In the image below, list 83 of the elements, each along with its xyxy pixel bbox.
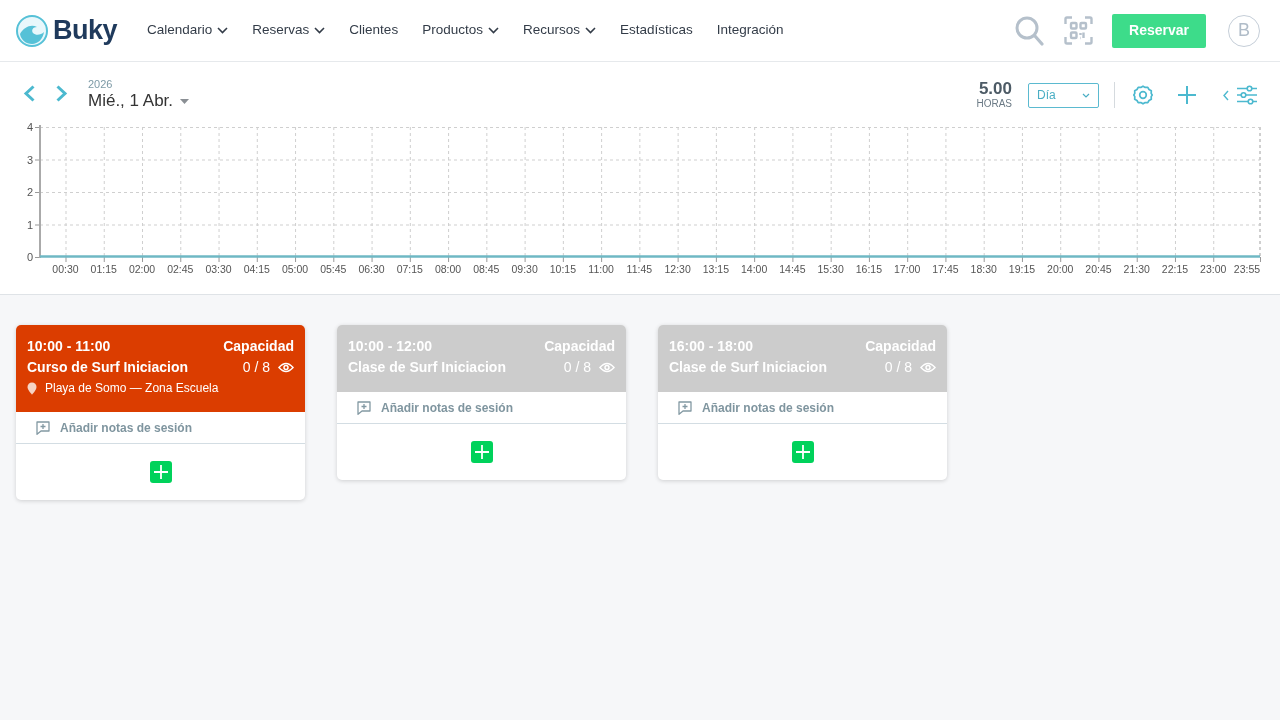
time-axis-label: 12:30 — [664, 263, 691, 275]
time-axis-label: 08:00 — [434, 263, 462, 275]
plus-icon — [1177, 85, 1197, 105]
time-axis-label: 14:45 — [779, 263, 806, 275]
chevron-right-icon — [55, 85, 68, 102]
time-axis-label: 02:00 — [128, 263, 156, 275]
time-axis-label: 05:00 — [281, 263, 309, 275]
time-axis-label: 11:45 — [626, 263, 653, 275]
wave-logo-icon — [16, 14, 48, 47]
time-axis-label: 10:15 — [549, 263, 576, 275]
time-axis-label: 03:30 — [205, 263, 232, 275]
chevron-left-icon — [23, 85, 36, 102]
value-axis-label: 4 — [26, 121, 33, 133]
nav-menu[interactable]: Productos — [422, 20, 499, 41]
time-axis-label: 13:15 — [702, 263, 730, 275]
time-axis-label: 23:00 — [1200, 263, 1227, 275]
value-axis-label: 3 — [26, 153, 33, 166]
time-axis-label: 19:15 — [1008, 263, 1036, 275]
nav-link[interactable]: Estadísticas — [619, 20, 693, 41]
chevron-down-icon — [1082, 92, 1090, 98]
nav-link[interactable]: Clientes — [349, 20, 399, 41]
filters-toggle-button[interactable] — [1223, 85, 1257, 105]
time-axis-label: 08:45 — [473, 263, 500, 275]
sliders-icon — [1237, 85, 1257, 105]
time-axis-label: 20:45 — [1085, 263, 1112, 275]
search-icon — [1015, 15, 1044, 46]
time-axis-label: 14:00 — [741, 263, 768, 275]
nav-menu[interactable]: Calendario — [147, 20, 229, 41]
time-axis-label: 16:15 — [855, 263, 883, 275]
time-axis-label: 17:45 — [932, 263, 959, 275]
time-axis-label: 15:30 — [817, 263, 844, 275]
time-axis-label: 17:00 — [894, 263, 921, 275]
scan-button[interactable] — [1064, 16, 1093, 45]
plus-icon — [795, 445, 810, 459]
time-axis-label: 06:30 — [358, 263, 385, 275]
time-axis-label: 05:45 — [320, 263, 347, 275]
time-axis-label: 00:30 — [52, 263, 79, 275]
comment-plus-icon — [36, 420, 50, 435]
value-axis-label: 2 — [26, 186, 33, 198]
nav-link[interactable]: Integración — [716, 20, 784, 41]
add-booking-button[interactable] — [791, 441, 814, 463]
plus-icon — [474, 445, 489, 459]
time-axis-label: 20:00 — [1047, 263, 1074, 275]
next-day-button[interactable] — [55, 85, 68, 102]
time-axis-label: 11:00 — [588, 263, 614, 275]
settings-icon — [1133, 85, 1153, 105]
time-axis-label: 09:30 — [511, 263, 538, 275]
session-time: 10:00 - 11:00 — [27, 337, 111, 355]
chevron-left-icon — [1223, 89, 1229, 101]
session-title: Curso de Surf Iniciacion — [27, 358, 189, 376]
add-booking-button[interactable] — [470, 441, 493, 463]
time-axis-label: 23:55 — [1233, 263, 1261, 275]
brand-name: Buky — [53, 17, 118, 44]
hours-total: 5.00 — [978, 80, 1012, 98]
time-axis-label: 04:15 — [243, 263, 270, 275]
add-button[interactable] — [1177, 85, 1197, 105]
search-button[interactable] — [1015, 15, 1044, 46]
value-axis-label: 0 — [26, 251, 33, 263]
capacity-label: Capacidad — [223, 337, 294, 355]
nav-menu[interactable]: Recursos — [522, 20, 596, 41]
previous-day-button[interactable] — [23, 85, 36, 102]
settings-button[interactable] — [1133, 85, 1153, 105]
value-axis-label: 1 — [26, 218, 33, 231]
date-selector[interactable]: Mié., 1 Abr. — [88, 91, 190, 111]
time-axis-label: 07:15 — [396, 263, 423, 275]
nav-menu[interactable]: Reservas — [252, 20, 326, 41]
year-label: 2026 — [88, 78, 114, 91]
hours-label: HORAS — [976, 98, 1012, 110]
plus-icon — [153, 465, 168, 479]
comment-plus-icon — [678, 400, 692, 415]
eye-icon[interactable] — [278, 361, 294, 373]
map-pin-icon — [27, 381, 37, 395]
time-axis-label: 18:30 — [970, 263, 997, 275]
time-axis-label: 01:15 — [90, 263, 117, 275]
qr-code-icon — [1064, 16, 1093, 45]
time-axis-label: 22:15 — [1161, 263, 1189, 275]
caret-down-icon — [180, 98, 190, 104]
time-axis-label: 02:45 — [167, 263, 194, 275]
comment-plus-icon — [357, 400, 371, 415]
capacity-count: 0 / 8 — [242, 358, 270, 376]
time-axis-label: 21:30 — [1123, 263, 1150, 275]
session-location: Playa de Somo — Zona Escuela — [45, 380, 219, 396]
add-booking-button[interactable] — [149, 461, 172, 483]
